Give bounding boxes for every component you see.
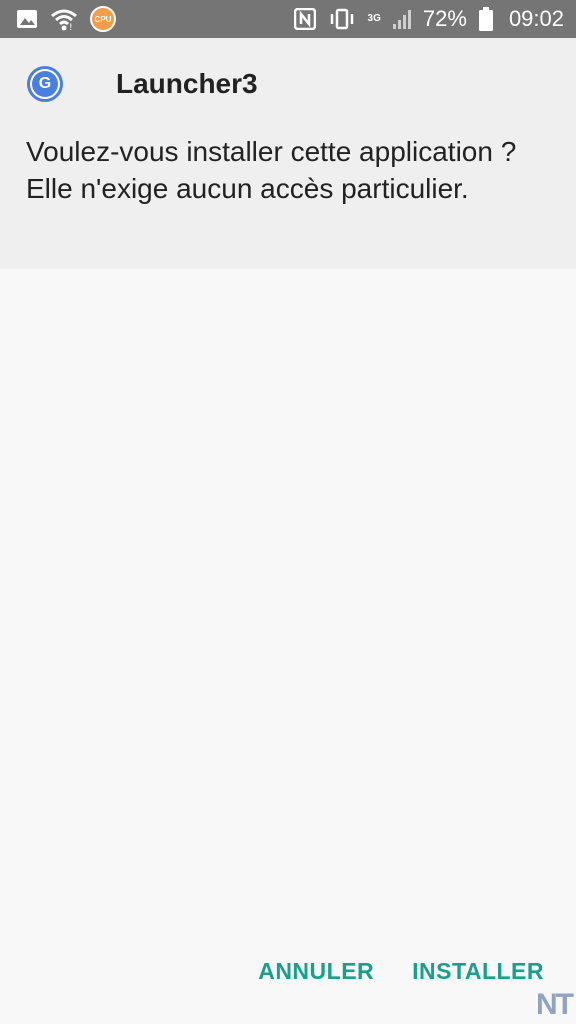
status-bar-left: ! CPU bbox=[16, 6, 116, 32]
image-icon bbox=[16, 8, 38, 30]
wifi-icon: ! bbox=[50, 7, 78, 31]
permissions-area bbox=[0, 269, 576, 959]
status-bar: ! CPU 3G 72% 09:02 bbox=[0, 0, 576, 38]
install-question: Voulez-vous installer cette application … bbox=[26, 136, 517, 204]
status-bar-right: 3G 72% 09:02 bbox=[293, 6, 564, 32]
dialog-actions: ANNULER INSTALLER bbox=[258, 958, 544, 985]
battery-icon bbox=[478, 7, 493, 31]
app-icon-letter: G bbox=[32, 71, 58, 97]
app-name: Launcher3 bbox=[116, 68, 258, 99]
clock: 09:02 bbox=[508, 6, 564, 31]
cancel-button[interactable]: ANNULER bbox=[258, 958, 374, 985]
install-dialog-header: G Launcher3 Voulez-vous installer cette … bbox=[0, 38, 576, 269]
battery-percentage: 72% bbox=[422, 6, 467, 31]
nfc-icon bbox=[293, 8, 316, 30]
install-button[interactable]: INSTALLER bbox=[412, 958, 544, 985]
google-g-icon: G bbox=[27, 66, 63, 102]
network-3g-icon: 3G bbox=[368, 14, 381, 24]
svg-text:!: ! bbox=[69, 23, 73, 31]
cpu-icon: CPU bbox=[90, 6, 116, 32]
signal-icon bbox=[392, 9, 411, 29]
network-type-label: 3G bbox=[367, 13, 381, 24]
install-screen: ! CPU 3G 72% 09:02 G Launcher3 Voulez-vo… bbox=[0, 0, 576, 1024]
watermark-logo: NT bbox=[536, 988, 574, 1021]
vibrate-icon bbox=[328, 8, 356, 30]
